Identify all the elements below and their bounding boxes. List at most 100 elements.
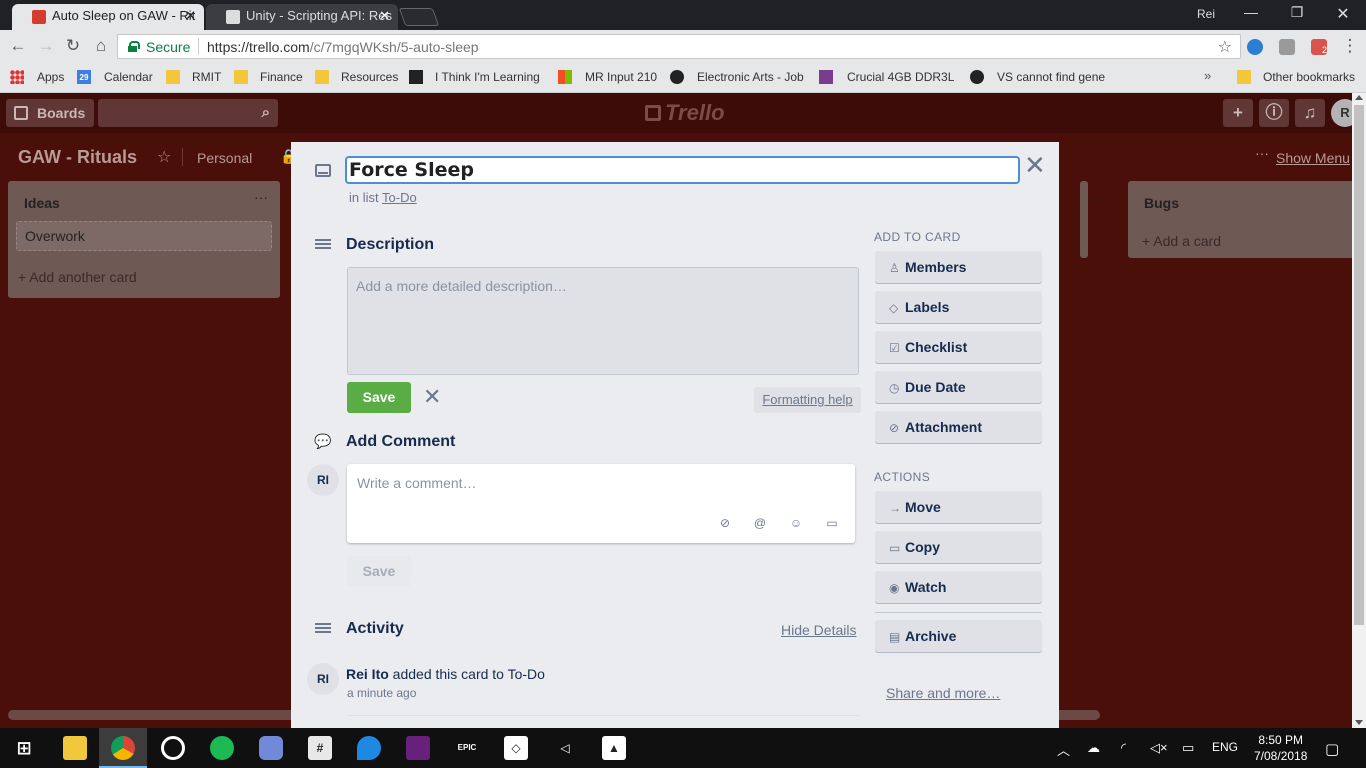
- description-textarea[interactable]: Add a more detailed description…: [347, 267, 859, 375]
- file-explorer-icon[interactable]: [63, 736, 87, 760]
- maps-icon[interactable]: [357, 736, 381, 760]
- restore-icon[interactable]: ❐: [1287, 4, 1307, 21]
- app-circle-icon[interactable]: [161, 736, 185, 760]
- close-window-icon[interactable]: ✕: [1333, 4, 1353, 24]
- action-center-icon[interactable]: ▢: [1325, 740, 1339, 758]
- watch-button[interactable]: ◉ Watch: [875, 571, 1042, 603]
- board-title[interactable]: GAW - Rituals: [18, 147, 137, 168]
- extension-badge-icon[interactable]: 2: [1311, 39, 1327, 55]
- back-icon[interactable]: ←: [8, 36, 28, 56]
- extension-icon[interactable]: [1247, 39, 1263, 55]
- bookmark-vs[interactable]: VS cannot find gene: [997, 70, 1105, 84]
- bookmark-other[interactable]: Other bookmarks: [1263, 70, 1355, 84]
- bookmark-apps[interactable]: Apps: [37, 70, 64, 84]
- add-card-button[interactable]: + Add another card: [18, 269, 137, 285]
- close-tab-icon[interactable]: ✕: [185, 4, 196, 28]
- bookmark-mr-input[interactable]: MR Input 210: [585, 70, 657, 84]
- scrollbar-thumb[interactable]: [1354, 105, 1364, 625]
- save-comment-button[interactable]: Save: [347, 556, 411, 586]
- activity-time[interactable]: a minute ago: [347, 686, 416, 700]
- share-and-more-link[interactable]: Share and more…: [886, 685, 1000, 701]
- card-link-icon[interactable]: ▭: [825, 516, 839, 530]
- trello-search-input[interactable]: ⌕: [98, 99, 278, 127]
- spotify-icon[interactable]: [210, 736, 234, 760]
- save-description-button[interactable]: Save: [347, 382, 411, 413]
- show-menu-link[interactable]: Show Menu: [1276, 150, 1350, 166]
- cancel-edit-icon[interactable]: ✕: [423, 386, 441, 408]
- formatting-help-link[interactable]: Formatting help: [754, 387, 861, 413]
- discord-icon[interactable]: [259, 736, 283, 760]
- cloud-upload-icon[interactable]: ☁: [1087, 740, 1100, 756]
- members-button[interactable]: ♙ Members: [875, 251, 1042, 283]
- due-date-button[interactable]: ◷ Due Date: [875, 371, 1042, 403]
- emoji-icon[interactable]: ☺: [789, 516, 803, 530]
- system-clock[interactable]: 8:50 PM 7/08/2018: [1254, 732, 1307, 764]
- epic-games-icon[interactable]: EPIC: [455, 736, 479, 760]
- trello-logo[interactable]: Trello: [645, 100, 725, 126]
- language-indicator[interactable]: ENG: [1212, 740, 1238, 754]
- windows-start-icon[interactable]: ⊞: [12, 736, 36, 760]
- photos-icon[interactable]: ▲: [602, 736, 626, 760]
- mention-icon[interactable]: @: [753, 516, 767, 530]
- chrome-icon[interactable]: [111, 736, 135, 760]
- notifications-bell-icon[interactable]: ♫: [1295, 99, 1325, 127]
- board-team[interactable]: Personal: [197, 150, 252, 166]
- chrome-menu-icon[interactable]: ⋮: [1340, 36, 1360, 56]
- hide-details-link[interactable]: Hide Details: [781, 622, 856, 638]
- list-title[interactable]: Ideas: [24, 195, 60, 211]
- close-icon[interactable]: ✕: [1024, 152, 1046, 178]
- create-plus-icon[interactable]: +: [1223, 99, 1253, 127]
- more-dots-icon[interactable]: ···: [1255, 145, 1269, 161]
- boards-button[interactable]: Boards: [6, 99, 94, 127]
- visual-studio-icon[interactable]: [406, 736, 430, 760]
- address-bar[interactable]: Secure https://trello.com/c/7mgqWKsh/5-a…: [117, 34, 1241, 59]
- tab-unity[interactable]: Unity - Scripting API: Res ✕: [206, 4, 398, 30]
- wifi-icon[interactable]: ◜: [1121, 740, 1126, 756]
- attachment-icon[interactable]: ⊘: [718, 516, 732, 530]
- extension-icon[interactable]: [1279, 39, 1295, 55]
- info-icon[interactable]: ⓘ: [1259, 99, 1289, 127]
- star-icon[interactable]: ☆: [157, 147, 171, 167]
- new-tab-button[interactable]: [398, 8, 440, 26]
- avatar[interactable]: RI: [307, 464, 339, 496]
- add-card-button[interactable]: + Add a card: [1142, 233, 1221, 249]
- minimize-icon[interactable]: —: [1241, 4, 1261, 20]
- card-title-input[interactable]: Force Sleep: [346, 157, 1019, 183]
- url-text[interactable]: https://trello.com/c/7mgqWKsh/5-auto-sle…: [207, 39, 479, 55]
- bookmarks-overflow-icon[interactable]: »: [1204, 68, 1211, 83]
- forward-icon[interactable]: →: [36, 36, 56, 56]
- close-tab-icon[interactable]: ✕: [379, 4, 390, 28]
- bookmark-rmit[interactable]: RMIT: [192, 70, 221, 84]
- tab-trello[interactable]: Auto Sleep on GAW - Rit ✕: [12, 4, 204, 30]
- attachment-button[interactable]: ⊘ Attachment: [875, 411, 1042, 443]
- bookmark-learning[interactable]: I Think I'm Learning: [435, 70, 540, 84]
- list-menu-icon[interactable]: ···: [1088, 189, 1102, 205]
- move-button[interactable]: → Move: [875, 491, 1042, 523]
- archive-button[interactable]: ▤ Archive: [875, 620, 1042, 652]
- bookmark-resources[interactable]: Resources: [341, 70, 398, 84]
- scroll-up-icon[interactable]: [1355, 95, 1363, 100]
- labels-button[interactable]: ◇ Labels: [875, 291, 1042, 323]
- tray-chevron-icon[interactable]: ︿: [1057, 740, 1070, 759]
- bookmark-ea[interactable]: Electronic Arts - Job: [697, 70, 804, 84]
- unity-icon[interactable]: ◁: [553, 736, 577, 760]
- list-menu-icon[interactable]: ···: [254, 189, 268, 205]
- list-title[interactable]: Bugs: [1144, 195, 1179, 211]
- slack-icon[interactable]: #: [308, 736, 332, 760]
- page-scrollbar[interactable]: [1352, 93, 1366, 728]
- list-card[interactable]: Overwork: [16, 221, 272, 251]
- battery-icon[interactable]: ▭: [1182, 740, 1194, 756]
- copy-button[interactable]: ▭ Copy: [875, 531, 1042, 563]
- unity-hub-icon[interactable]: ◇: [504, 736, 528, 760]
- scroll-down-icon[interactable]: [1355, 720, 1363, 725]
- volume-muted-icon[interactable]: ◁×: [1150, 740, 1168, 756]
- bookmark-star-icon[interactable]: ☆: [1218, 37, 1232, 57]
- bookmark-crucial[interactable]: Crucial 4GB DDR3L: [847, 70, 954, 84]
- home-icon[interactable]: ⌂: [91, 36, 111, 56]
- bookmark-finance[interactable]: Finance: [260, 70, 303, 84]
- profile-name[interactable]: Rei: [1197, 7, 1215, 21]
- avatar[interactable]: R: [1331, 99, 1352, 127]
- activity-user[interactable]: Rei Ito: [346, 666, 389, 682]
- list-link[interactable]: To-Do: [382, 190, 417, 205]
- bookmark-calendar[interactable]: Calendar: [104, 70, 153, 84]
